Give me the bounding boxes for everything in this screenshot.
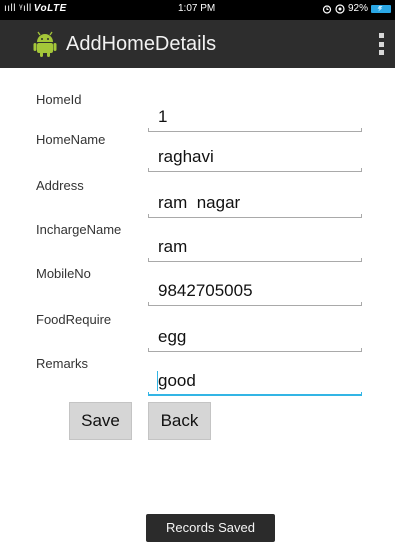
homeid-input[interactable]: 1: [148, 104, 362, 132]
homename-value: raghavi: [158, 147, 214, 166]
action-bar: AddHomeDetails: [0, 20, 395, 68]
signal-icon: ııll ᵞıll VoLTE: [4, 3, 67, 14]
remarks-label: Remarks: [36, 356, 89, 371]
inchargename-value: ram: [158, 237, 188, 256]
homename-label: HomeName: [36, 132, 106, 147]
network-type: VoLTE: [33, 3, 67, 14]
homename-input[interactable]: raghavi: [148, 144, 362, 172]
data-sync-icon: [335, 3, 345, 14]
clock: 1:07 PM: [178, 3, 216, 14]
mobileno-value: 9842705005: [158, 281, 253, 300]
address-input[interactable]: ram nagar: [148, 190, 362, 218]
form-row-inchargename: InchargeName ram: [0, 222, 395, 266]
address-value: ram nagar: [158, 193, 241, 212]
remarks-value: good: [158, 371, 196, 390]
battery-percent: 92%: [347, 3, 368, 14]
remarks-input[interactable]: good: [148, 368, 362, 396]
save-button[interactable]: Save: [69, 402, 132, 440]
form-row-mobileno: MobileNo 9842705005: [0, 266, 395, 310]
form-row-remarks: Remarks good: [0, 356, 395, 400]
foodrequire-value: egg: [158, 327, 187, 346]
back-button[interactable]: Back: [148, 402, 211, 440]
foodrequire-label: FoodRequire: [36, 312, 112, 327]
status-bar: ııll ᵞıll VoLTE 1:07 PM 92%: [0, 0, 395, 20]
inchargename-label: InchargeName: [36, 222, 122, 237]
mobileno-label: MobileNo: [36, 266, 91, 281]
status-right: 92%: [322, 3, 391, 14]
form-row-address: Address ram nagar: [0, 178, 395, 222]
address-label: Address: [36, 178, 84, 193]
homeid-value: 1: [158, 107, 168, 126]
form-row-homeid: HomeId 1: [0, 92, 395, 136]
inchargename-input[interactable]: ram: [148, 234, 362, 262]
homeid-label: HomeId: [36, 92, 82, 107]
foodrequire-input[interactable]: egg: [148, 324, 362, 352]
toast-message: Records Saved: [146, 514, 275, 542]
android-app-icon: [33, 31, 57, 57]
mobileno-input[interactable]: 9842705005: [148, 278, 362, 306]
battery-icon: [371, 4, 391, 13]
app-title: AddHomeDetails: [66, 33, 217, 55]
form-row-foodrequire: FoodRequire egg: [0, 312, 395, 356]
form-row-homename: HomeName raghavi: [0, 132, 395, 176]
alarm-icon: [322, 4, 332, 14]
overflow-menu-icon[interactable]: [379, 33, 385, 55]
